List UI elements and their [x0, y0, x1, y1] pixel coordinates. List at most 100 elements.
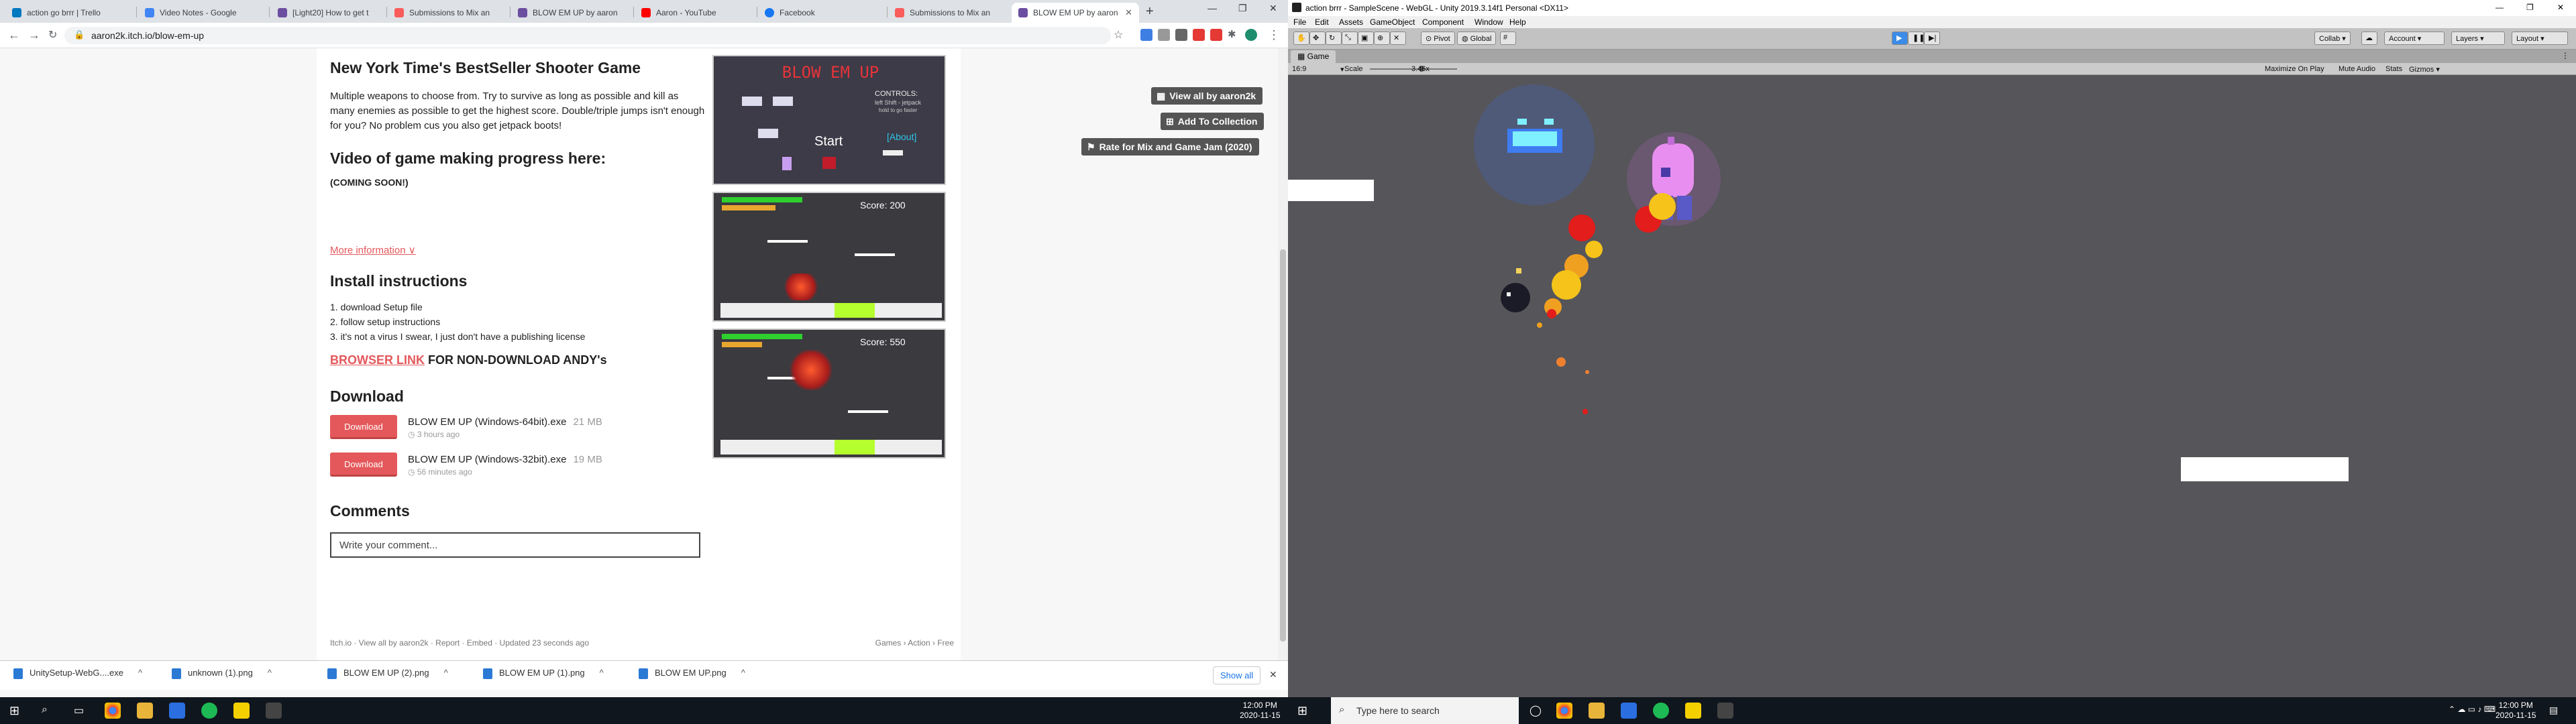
app-icon[interactable]	[1621, 703, 1637, 719]
tab-youtube[interactable]: Aaron - YouTube	[635, 3, 755, 23]
chevron-up-icon[interactable]: ^	[138, 668, 142, 678]
tab-google-doc[interactable]: Video Notes - Google	[138, 3, 266, 23]
tab-game[interactable]: ▦ Game	[1291, 50, 1336, 63]
chevron-up-icon[interactable]: ^	[268, 668, 272, 678]
taskbar-clock[interactable]: 12:00 PM 2020-11-15	[1240, 701, 1281, 721]
browser-link[interactable]: BROWSER LINK	[330, 353, 425, 367]
tab-light20[interactable]: [Light20] How to get t	[271, 3, 385, 23]
menu-dots-icon[interactable]: ⋮	[2561, 51, 2569, 60]
chevron-down-icon[interactable]: ▾	[1340, 65, 1344, 74]
show-all-button[interactable]: Show all	[1213, 666, 1261, 684]
screenshot-title-screen[interactable]: BLOW EM UP CONTROLS: left Shift - jetpac…	[712, 55, 946, 185]
footer-links[interactable]: Itch.io · View all by aaron2k · Report ·…	[330, 638, 589, 648]
puzzle-icon[interactable]: ✱	[1228, 28, 1236, 40]
tab-trello[interactable]: action go brrr | Trello	[5, 3, 133, 23]
back-icon[interactable]: ←	[8, 28, 20, 42]
download-item[interactable]: BLOW EM UP.png ^	[639, 668, 745, 679]
screenshot-gameplay-1[interactable]: Score: 200	[712, 192, 946, 322]
spotify-icon[interactable]	[201, 703, 217, 719]
menu-edit[interactable]: Edit	[1315, 17, 1329, 27]
pause-button[interactable]: ❚❚	[1908, 32, 1925, 45]
extension-icon[interactable]	[1175, 29, 1187, 41]
forward-icon[interactable]: →	[28, 28, 40, 42]
close-window-icon[interactable]: ✕	[2557, 3, 2564, 12]
task-view-icon[interactable]: ▭	[74, 704, 84, 717]
snap-icon[interactable]: #	[1500, 32, 1516, 45]
transform-tool-icon[interactable]: ⊕	[1374, 32, 1390, 45]
download-item[interactable]: unknown (1).png ^	[172, 668, 272, 679]
tab-facebook[interactable]: Facebook	[758, 3, 885, 23]
aspect-dropdown[interactable]: 16:9	[1292, 65, 1343, 73]
reload-icon[interactable]: ↻	[48, 28, 57, 42]
mute-audio-toggle[interactable]: Mute Audio	[2339, 65, 2375, 73]
menu-file[interactable]: File	[1293, 17, 1306, 27]
collab-dropdown[interactable]: Collab ▾	[2314, 32, 2351, 45]
avatar[interactable]	[1245, 29, 1257, 41]
footer-breadcrumb[interactable]: Games › Action › Free	[875, 638, 954, 648]
task-view-icon[interactable]: ◯	[1529, 704, 1542, 717]
bookmark-star-icon[interactable]: ☆	[1114, 28, 1123, 42]
spotify-icon[interactable]	[1653, 703, 1669, 719]
extension-icon[interactable]	[1158, 29, 1170, 41]
layout-dropdown[interactable]: Layout ▾	[2512, 32, 2568, 45]
rotate-tool-icon[interactable]: ↻	[1326, 32, 1342, 45]
notification-icon[interactable]: ▤	[2549, 705, 2558, 716]
custom-tool-icon[interactable]: ✕	[1390, 32, 1406, 45]
extension-icon[interactable]	[1140, 29, 1152, 41]
download-item[interactable]: BLOW EM UP (2).png ^	[327, 668, 448, 679]
more-information-link[interactable]: More information ∨	[330, 244, 706, 256]
close-shelf-icon[interactable]: ✕	[1269, 669, 1277, 680]
url-input[interactable]: 🔒 aaron2k.itch.io/blow-em-up	[64, 27, 1111, 44]
page-scrollbar[interactable]	[1278, 48, 1288, 660]
maximize-icon[interactable]: ❐	[1238, 3, 1247, 14]
stats-toggle[interactable]: Stats	[2385, 65, 2402, 73]
play-button[interactable]: ▶	[1892, 32, 1908, 45]
menu-component[interactable]: Component	[1422, 17, 1464, 27]
game-viewport[interactable]	[1288, 75, 2576, 697]
taskbar-clock[interactable]: 12:00 PM 2020-11-15	[2496, 701, 2536, 721]
cloud-icon[interactable]: ☁	[2361, 32, 2377, 45]
tab-submissions-2[interactable]: Submissions to Mix an	[888, 3, 1009, 23]
screenshot-gameplay-2[interactable]: Score: 550	[712, 328, 946, 459]
download-item[interactable]: UnitySetup-WebG....exe ^	[13, 668, 142, 679]
scale-tool-icon[interactable]: ⤡	[1342, 32, 1358, 45]
add-to-collection-button[interactable]: ⊞ Add To Collection	[1161, 113, 1265, 130]
global-toggle[interactable]: ◍ Global	[1457, 32, 1497, 45]
step-button[interactable]: ▶|	[1924, 32, 1940, 45]
chrome-icon[interactable]	[1556, 703, 1572, 719]
tab-blow-em-up[interactable]: BLOW EM UP by aaron	[511, 3, 632, 23]
download-button[interactable]: Download	[330, 415, 397, 439]
rate-button[interactable]: ⚑ Rate for Mix and Game Jam (2020)	[1081, 138, 1259, 156]
close-tab-icon[interactable]: ✕	[1125, 7, 1132, 18]
tray-icons[interactable]: ⌃ ☁ ▭ ♪ ⌨	[2449, 705, 2496, 714]
minimize-icon[interactable]: —	[2496, 3, 2504, 12]
comment-input[interactable]: Write your comment...	[330, 532, 700, 558]
tab-blow-em-up-active[interactable]: BLOW EM UP by aaron ✕	[1012, 3, 1139, 23]
minimize-icon[interactable]: —	[1208, 3, 1217, 13]
account-dropdown[interactable]: Account ▾	[2384, 32, 2445, 45]
tab-submissions[interactable]: Submissions to Mix an	[388, 3, 508, 23]
unity-icon[interactable]	[1717, 703, 1733, 719]
new-tab-button[interactable]: +	[1146, 4, 1154, 19]
layers-dropdown[interactable]: Layers ▾	[2451, 32, 2505, 45]
scrollbar-thumb[interactable]	[1280, 249, 1286, 642]
app-icon[interactable]	[233, 703, 250, 719]
app-icon[interactable]	[1685, 703, 1701, 719]
chevron-up-icon[interactable]: ^	[600, 668, 604, 678]
windows-start-icon[interactable]: ⊞	[9, 704, 19, 718]
gizmos-dropdown[interactable]: Gizmos ▾	[2409, 65, 2440, 74]
maximize-icon[interactable]: ❐	[2526, 3, 2534, 12]
move-tool-icon[interactable]: ✥	[1309, 32, 1326, 45]
chevron-up-icon[interactable]: ^	[444, 668, 448, 678]
menu-gameobject[interactable]: GameObject	[1370, 17, 1415, 27]
app-icon[interactable]	[169, 703, 185, 719]
view-all-button[interactable]: ▦ View all by aaron2k	[1151, 87, 1263, 105]
file-explorer-icon[interactable]	[137, 703, 153, 719]
taskbar-search-input[interactable]: ⌕ Type here to search	[1331, 697, 1519, 724]
download-button[interactable]: Download	[330, 452, 397, 477]
chevron-up-icon[interactable]: ^	[741, 668, 745, 678]
windows-start-icon[interactable]: ⊞	[1297, 704, 1307, 718]
download-item[interactable]: BLOW EM UP (1).png ^	[483, 668, 604, 679]
maximize-on-play-toggle[interactable]: Maximize On Play	[2265, 65, 2324, 73]
file-explorer-icon[interactable]	[1589, 703, 1605, 719]
